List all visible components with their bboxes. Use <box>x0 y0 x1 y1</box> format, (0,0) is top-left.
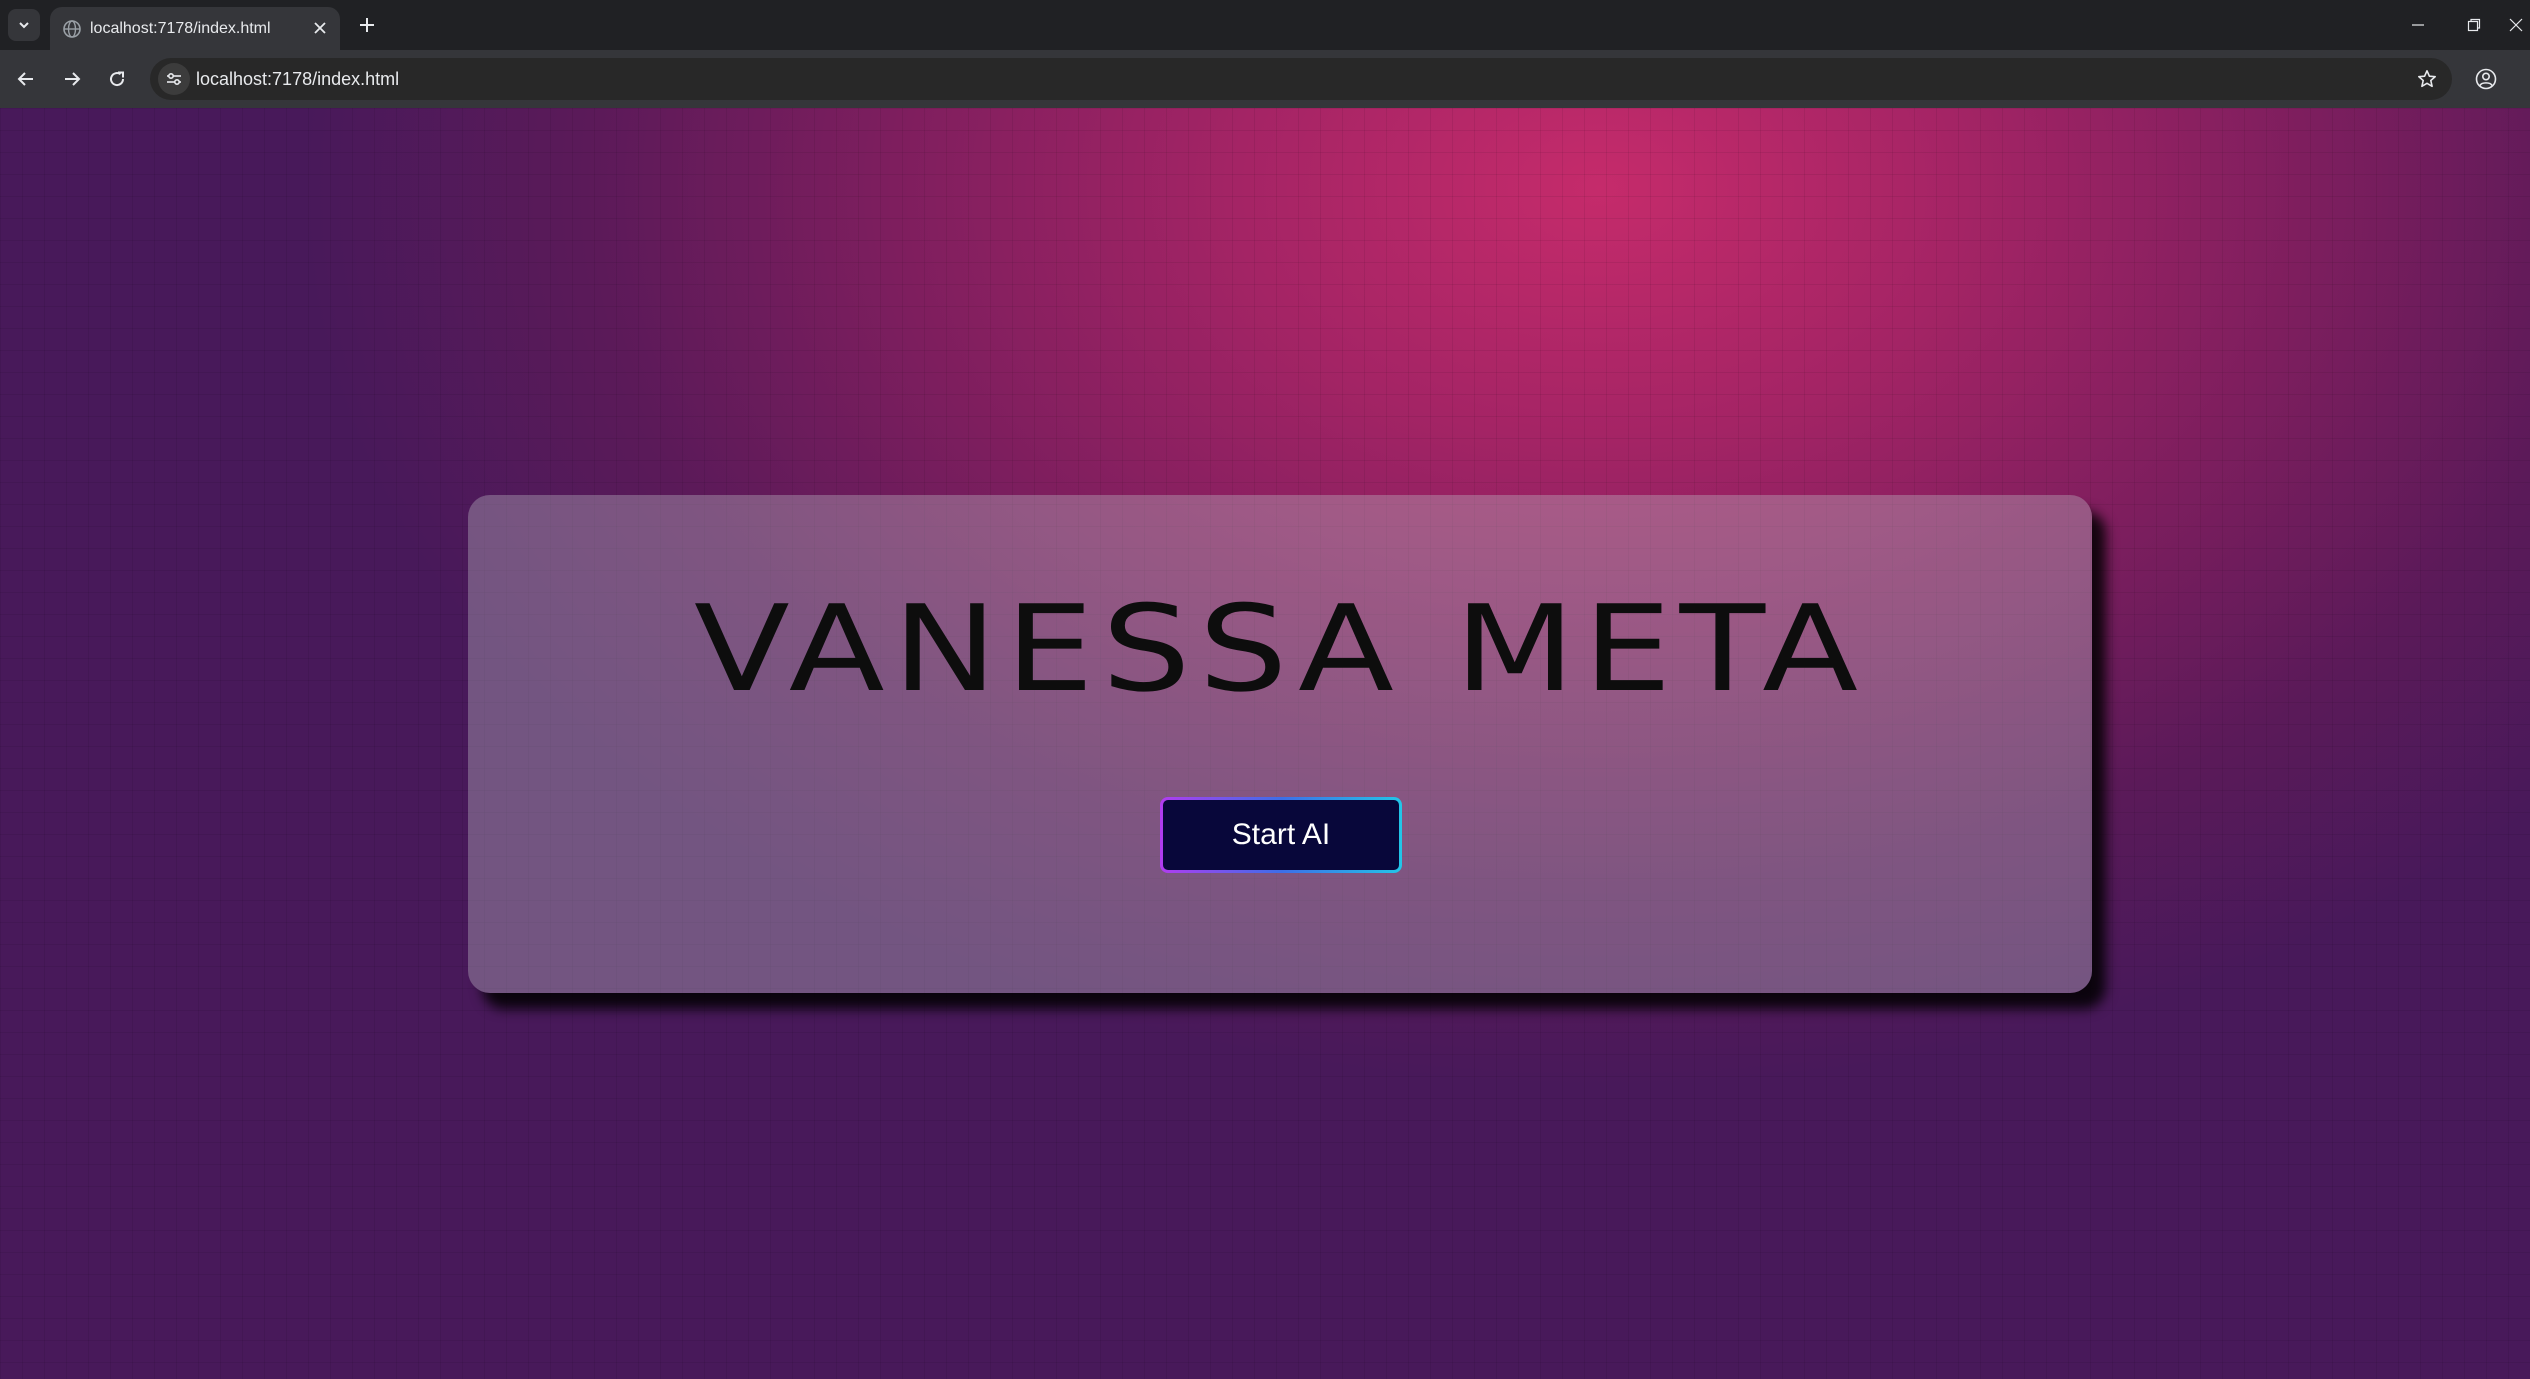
close-icon <box>314 22 326 34</box>
minimize-icon <box>2412 24 2424 26</box>
tune-icon <box>167 72 181 86</box>
browser-tab[interactable]: localhost:7178/index.html <box>50 7 340 50</box>
arrow-left-icon <box>17 72 33 86</box>
profile-icon <box>2475 68 2497 90</box>
forward-button[interactable] <box>56 63 88 95</box>
address-bar[interactable]: localhost:7178/index.html <box>150 58 2452 100</box>
star-icon <box>2418 70 2436 88</box>
tab-search-button[interactable] <box>8 9 40 41</box>
back-button[interactable] <box>10 63 42 95</box>
tab-close-button[interactable] <box>310 18 330 38</box>
page-title: VANESSA META <box>693 580 1867 719</box>
new-tab-button[interactable] <box>352 10 382 40</box>
reload-icon <box>110 71 125 87</box>
reload-button[interactable] <box>101 63 133 95</box>
browser-toolbar: localhost:7178/index.html <box>0 50 2530 108</box>
profile-button[interactable] <box>2470 63 2502 95</box>
tab-strip: localhost:7178/index.html <box>0 0 2530 50</box>
minimize-button[interactable] <box>2390 0 2446 50</box>
hero-card: VANESSA META Start AI <box>468 495 2092 993</box>
site-info-button[interactable] <box>158 63 190 95</box>
restore-button[interactable] <box>2446 0 2502 50</box>
page-viewport: VANESSA META Start AI <box>0 108 2530 1379</box>
url-text[interactable]: localhost:7178/index.html <box>196 58 399 100</box>
start-ai-button[interactable]: Start AI <box>1160 797 1402 873</box>
chevron-down-icon <box>19 22 29 29</box>
restore-icon <box>2467 18 2481 32</box>
globe-icon <box>63 20 81 38</box>
tab-title: localhost:7178/index.html <box>90 20 271 37</box>
bookmark-button[interactable] <box>2412 64 2442 94</box>
close-window-button[interactable] <box>2502 0 2530 50</box>
close-icon <box>2509 18 2523 32</box>
arrow-right-icon <box>65 72 81 86</box>
plus-icon <box>360 18 374 32</box>
